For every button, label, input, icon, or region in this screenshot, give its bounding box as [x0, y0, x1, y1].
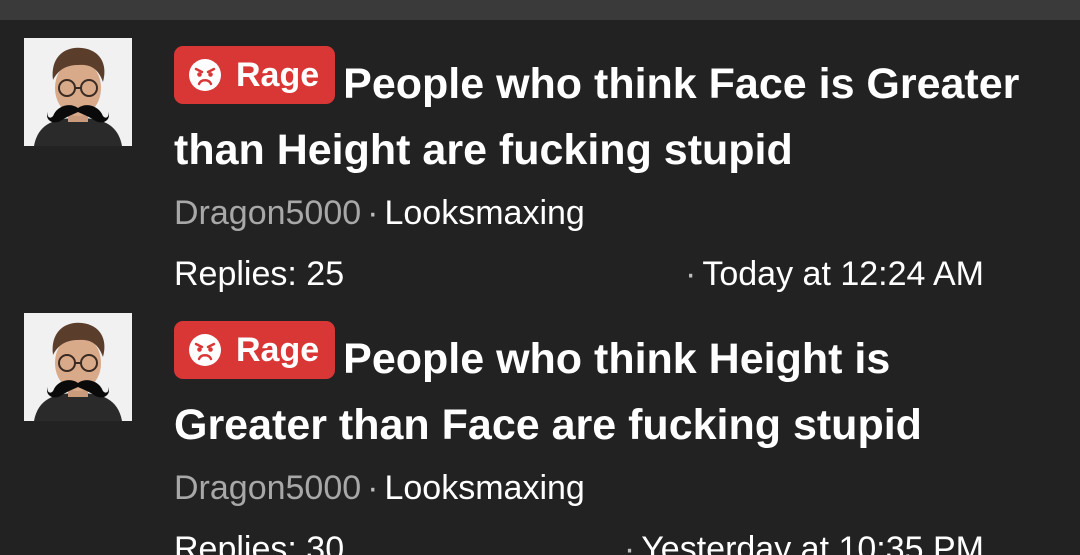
- meta-separator: ·: [367, 469, 379, 507]
- last-post-date[interactable]: Today at 12:24 AM: [702, 255, 984, 293]
- angry-face-icon: [189, 59, 221, 91]
- replies-count: Replies: 25: [174, 255, 345, 293]
- thread-item[interactable]: Rage People who think Face is Greater th…: [0, 20, 1080, 293]
- date-separator: ·: [685, 255, 697, 293]
- replies-count: Replies: 30: [174, 530, 345, 555]
- angry-face-icon: [189, 334, 221, 366]
- avatar[interactable]: [24, 38, 132, 146]
- rage-prefix-badge[interactable]: Rage: [174, 46, 336, 104]
- thread-stats: Replies: 30 · Yesterday at 10:35 PM: [174, 529, 1054, 555]
- thread-item[interactable]: Rage People who think Height is Greater …: [0, 295, 1080, 555]
- prefix-label: Rage: [236, 331, 320, 369]
- date-separator: ·: [623, 530, 636, 555]
- thread-meta: Dragon5000 · Looksmaxing: [174, 468, 1054, 508]
- meta-separator: ·: [367, 194, 379, 232]
- thread-author[interactable]: Dragon5000: [174, 194, 361, 232]
- thread-forum[interactable]: Looksmaxing: [384, 194, 584, 232]
- last-post-date[interactable]: Yesterday at 10:35 PM: [641, 530, 984, 555]
- thread-author[interactable]: Dragon5000: [174, 469, 361, 507]
- thread-stats: Replies: 25 · Today at 12:24 AM: [174, 254, 1054, 294]
- rage-prefix-badge[interactable]: Rage: [174, 321, 336, 379]
- thread-meta: Dragon5000 · Looksmaxing: [174, 193, 1054, 233]
- avatar[interactable]: [24, 313, 132, 421]
- thread-title[interactable]: Rage People who think Height is Greater …: [174, 321, 1054, 458]
- top-bar: [0, 0, 1080, 20]
- thread-forum[interactable]: Looksmaxing: [384, 469, 584, 507]
- thread-title[interactable]: Rage People who think Face is Greater th…: [174, 46, 1054, 183]
- prefix-label: Rage: [236, 56, 320, 94]
